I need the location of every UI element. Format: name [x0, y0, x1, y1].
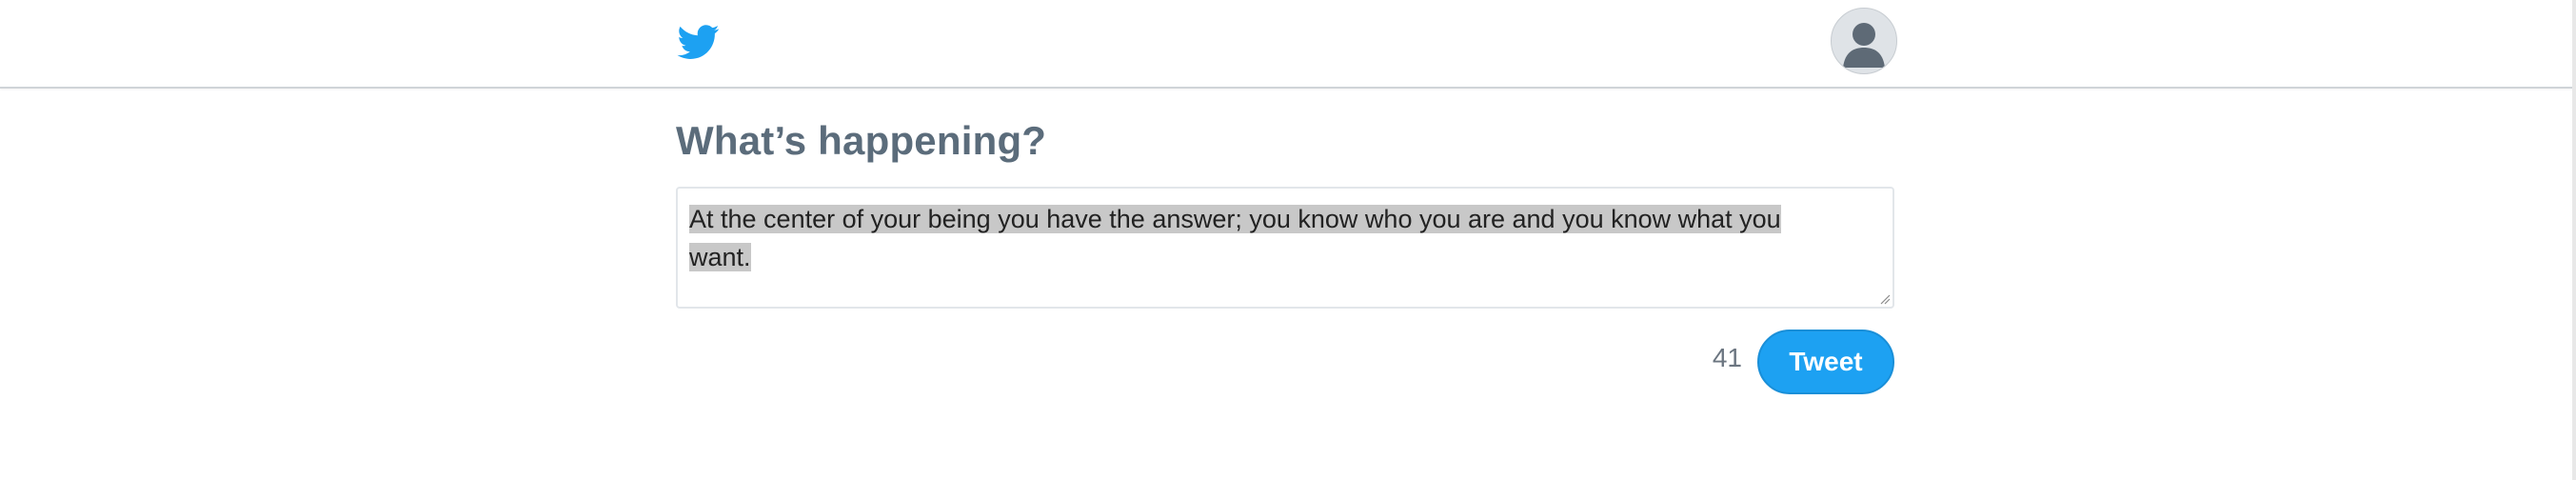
tweet-page: What’s happening? At the center of your … — [0, 0, 2576, 480]
tweet-textarea[interactable]: At the center of your being you have the… — [676, 187, 1894, 309]
default-user-avatar-icon — [1843, 23, 1885, 68]
selected-text-line-1: At the center of your being you have the… — [689, 205, 1781, 233]
page-title: What’s happening? — [676, 118, 1047, 163]
window-scrollbar-edge — [2572, 0, 2576, 480]
top-navigation-bar — [0, 0, 2576, 89]
tweet-button[interactable]: Tweet — [1757, 330, 1894, 394]
resize-handle-icon[interactable] — [1879, 293, 1891, 305]
twitter-bird-icon[interactable] — [676, 21, 722, 63]
tweet-text-content: At the center of your being you have the… — [689, 200, 1870, 276]
user-avatar[interactable] — [1831, 8, 1897, 74]
selected-text-line-2: want. — [689, 243, 751, 271]
character-counter: 41 — [1712, 343, 1742, 372]
